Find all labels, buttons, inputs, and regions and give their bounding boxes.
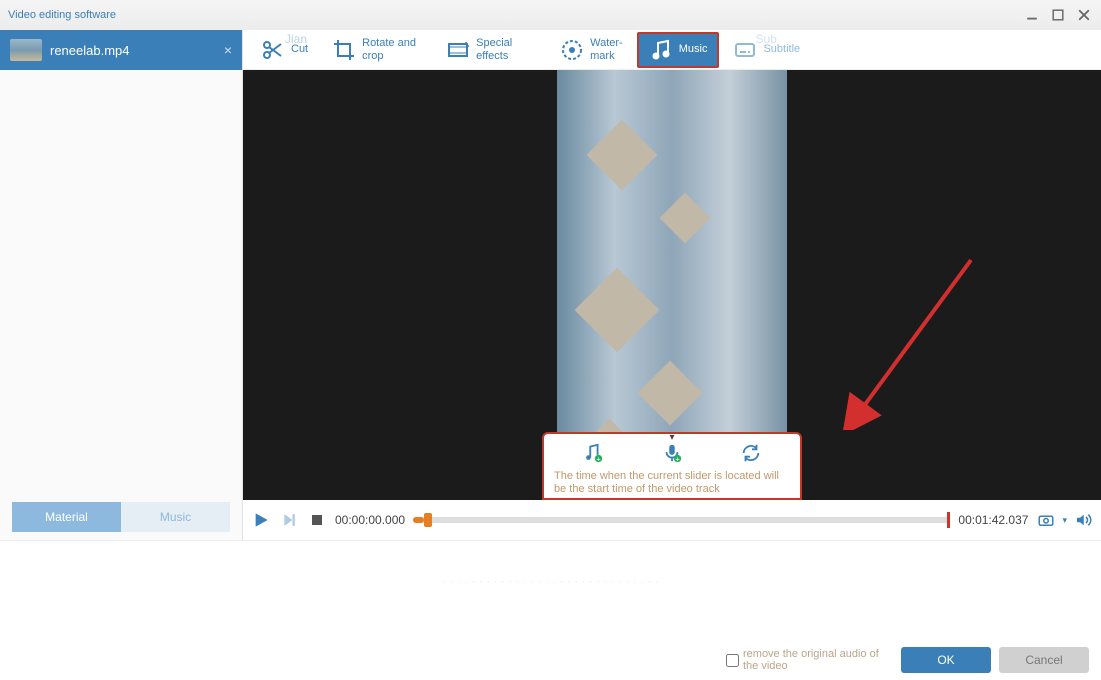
seek-slider[interactable] <box>413 517 950 523</box>
sidebar-tab-music[interactable]: Music <box>121 502 230 532</box>
music-popup: ▾ + + The time when the current slider i… <box>542 432 802 500</box>
timeline-placeholder: · · · · · · · · · · · · · · · · · · · · … <box>442 574 659 588</box>
subtitle-icon <box>733 38 757 62</box>
seek-handle[interactable] <box>424 513 432 527</box>
add-voice-button[interactable]: + <box>659 440 685 466</box>
footer: remove the original audio of the video O… <box>0 640 1101 680</box>
scissors-icon <box>261 38 285 62</box>
tool-watermark-label: Water- mark <box>590 37 623 61</box>
remove-audio-label: remove the original audio of the video <box>743 648 893 672</box>
watermark-icon <box>560 38 584 62</box>
player-controls: 00:00:00.000 00:01:42.037 ▾ <box>243 500 1101 540</box>
next-frame-button[interactable] <box>279 510 299 530</box>
end-marker[interactable] <box>947 512 950 528</box>
annotation-arrow-icon <box>841 250 981 430</box>
window-maximize-button[interactable] <box>1045 4 1071 26</box>
tool-watermark[interactable]: Water- mark <box>550 33 633 65</box>
file-close-icon[interactable]: × <box>224 42 232 58</box>
popup-tip-text: The time when the current slider is loca… <box>554 470 790 496</box>
music-note-icon <box>649 38 673 62</box>
file-thumbnail <box>10 39 42 61</box>
video-preview: ▾ + + The time when the current slider i… <box>243 70 1101 500</box>
content-area: Jian Cut Rotate and crop Special effects… <box>243 30 1101 540</box>
tool-cut[interactable]: Jian Cut <box>251 34 318 66</box>
timeline-tracks[interactable]: · · · · · · · · · · · · · · · · · · · · … <box>0 540 1101 640</box>
svg-text:+: + <box>597 454 601 463</box>
window-titlebar: Video editing software <box>0 0 1101 30</box>
chevron-down-icon[interactable]: ▾ <box>669 432 674 443</box>
add-music-button[interactable]: + <box>580 440 606 466</box>
crop-icon <box>332 38 356 62</box>
tool-music-label: Music <box>679 43 708 55</box>
tool-effects-label: Special effects <box>476 37 536 61</box>
cancel-button[interactable]: Cancel <box>999 647 1089 673</box>
volume-button[interactable] <box>1073 510 1093 530</box>
current-time: 00:00:00.000 <box>335 513 405 527</box>
tool-subtitle[interactable]: Sub Subtitle <box>723 34 810 66</box>
tool-rotate-crop[interactable]: Rotate and crop <box>322 33 432 65</box>
filmstrip-icon <box>446 38 470 62</box>
snapshot-button[interactable] <box>1036 510 1056 530</box>
remove-audio-checkbox[interactable]: remove the original audio of the video <box>726 648 893 672</box>
ok-button[interactable]: OK <box>901 647 991 673</box>
remove-audio-input[interactable] <box>726 654 739 667</box>
main-toolbar: Jian Cut Rotate and crop Special effects… <box>243 30 1101 70</box>
play-button[interactable] <box>251 510 271 530</box>
tool-special-effects[interactable]: Special effects <box>436 33 546 65</box>
tool-rotate-label: Rotate and crop <box>362 37 422 61</box>
file-tab[interactable]: reneelab.mp4 × <box>0 30 242 70</box>
file-name-label: reneelab.mp4 <box>50 43 224 58</box>
sidebar-body <box>0 70 242 502</box>
sidebar: reneelab.mp4 × Material Music <box>0 30 243 540</box>
svg-text:+: + <box>675 454 679 463</box>
window-minimize-button[interactable] <box>1019 4 1045 26</box>
stop-button[interactable] <box>307 510 327 530</box>
sidebar-tabs: Material Music <box>12 502 230 532</box>
total-time: 00:01:42.037 <box>958 513 1028 527</box>
snapshot-dropdown-icon[interactable]: ▾ <box>1062 515 1067 526</box>
tool-music[interactable]: Music <box>637 32 720 68</box>
replace-audio-button[interactable] <box>738 440 764 466</box>
app-title: Video editing software <box>4 9 116 21</box>
window-close-button[interactable] <box>1071 4 1097 26</box>
sidebar-tab-material[interactable]: Material <box>12 502 121 532</box>
